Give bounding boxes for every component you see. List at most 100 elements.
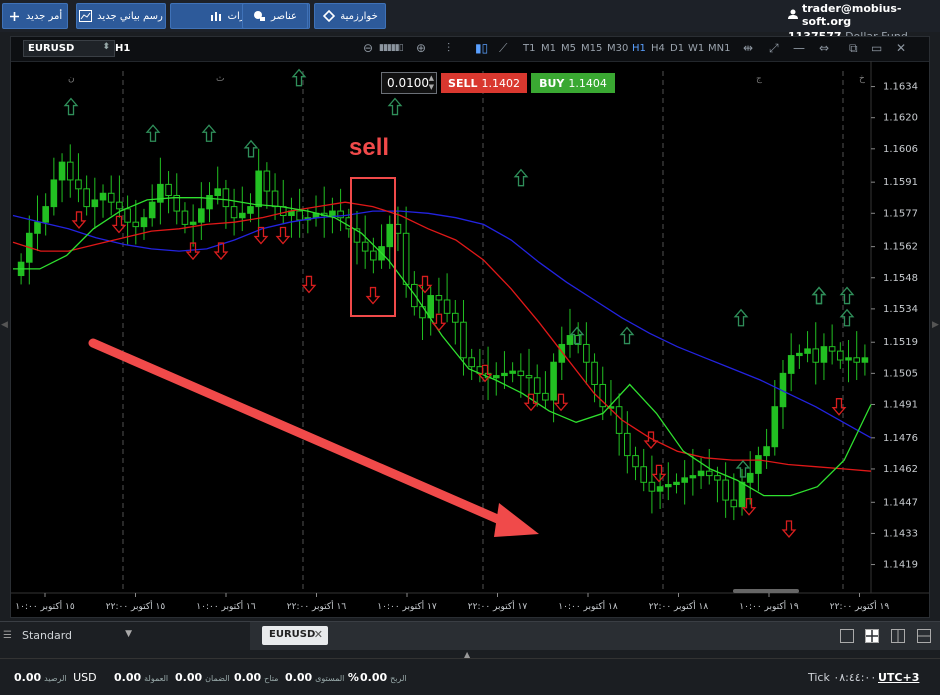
tf-h4[interactable]: H4 [651, 43, 665, 54]
buy-signal-arrow [733, 308, 749, 327]
zoom-in-icon[interactable]: ⊕ [416, 41, 426, 55]
zoom-slider[interactable]: ▮▮▮▮▮▯ [379, 43, 404, 53]
candle-body [99, 192, 107, 201]
buy-signal-arrow [243, 139, 259, 158]
menu-icon: ☰ [3, 630, 12, 641]
tf-m15[interactable]: M15 [581, 43, 602, 54]
account-user: trader@mobius-soft.org [802, 2, 902, 28]
buy-button[interactable]: BUY 1.1404 [531, 73, 615, 93]
buy-signal-arrow [145, 124, 161, 142]
maximize-icon[interactable]: ⇔ [819, 41, 829, 55]
candle-body [492, 375, 500, 379]
new-order-button[interactable]: أمر جديد [2, 3, 68, 29]
sell-annotation: sell [349, 134, 389, 161]
candle-body [50, 179, 58, 208]
candle-body [66, 161, 74, 181]
candle-body [517, 370, 525, 377]
candle-body [755, 455, 762, 474]
y-tick-label: 1.1476 [883, 433, 918, 444]
y-tick-label: 1.1548 [883, 273, 918, 284]
candle-body [591, 361, 598, 385]
candle-body [624, 432, 631, 457]
layout-columns-icon[interactable] [891, 629, 905, 643]
x-tick-label: ١٨ أكتوبر ٢٢:٠٠ [649, 600, 709, 612]
right-panel-arrow-icon[interactable]: ▶ [932, 320, 940, 330]
candle-body [705, 470, 713, 477]
x-tick-label: ١٥ أكتوبر ٢٢:٠٠ [106, 600, 166, 612]
profit: 0.00 الربح [360, 671, 407, 684]
candle-body [689, 475, 697, 479]
layout-grid-icon[interactable] [865, 629, 879, 643]
y-tick-label: 1.1534 [883, 304, 918, 315]
candle-body [673, 481, 680, 486]
timezone-select[interactable]: UTC+3 [878, 671, 919, 684]
sell-button[interactable]: SELL 1.1402 [441, 73, 527, 93]
candle-body [460, 321, 467, 359]
chart-tab-eurusd[interactable]: EURUSD ✕ [262, 626, 328, 645]
layout-rows-icon[interactable] [917, 629, 931, 643]
line-chart-icon[interactable]: ⟋ [499, 41, 507, 56]
candle-body [34, 221, 41, 234]
close-tab-icon[interactable]: ✕ [314, 628, 323, 641]
candle-body [804, 348, 811, 354]
detach-icon[interactable]: ⧉ [849, 41, 858, 56]
candle-body [271, 190, 279, 208]
chart-tab-label: EURUSD [269, 629, 316, 640]
candle-body [361, 241, 369, 252]
tf-mn1[interactable]: MN1 [708, 43, 730, 54]
x-tick-label: ١٧ أكتوبر ١٠:٠٠ [377, 600, 437, 612]
trend-arrow-head [494, 503, 539, 537]
expand-icon[interactable]: ⤢ [769, 41, 779, 56]
buy-label: BUY [539, 76, 565, 90]
lot-size-input[interactable]: 0.0100 ▲ ▼ [381, 72, 437, 94]
candle-body [83, 188, 90, 208]
algorithms-button[interactable]: خوارزمية [314, 3, 386, 29]
chart-window: EURUSD ⬍ H1 ⊖ ▮▮▮▮▮▯ ⊕ ⫶ ▮▯ ⟋ T1 M1 M5 M1… [10, 36, 930, 618]
indicators-icon [210, 10, 223, 23]
layout-select[interactable]: ☰ Standard ▼ [0, 622, 250, 650]
crosshair-icon[interactable]: ⇹ [743, 41, 753, 55]
candle-body [640, 466, 648, 483]
layout-single-icon[interactable] [840, 629, 854, 643]
chart-scrollbar [733, 589, 799, 593]
candle-body [533, 377, 541, 394]
spinner-icon[interactable]: ▲ ▼ [429, 74, 434, 92]
restore-icon[interactable]: ▭ [871, 41, 882, 55]
left-panel-arrow-icon[interactable]: ◀ [1, 320, 9, 330]
balance-value: 0.00 [14, 671, 42, 684]
candle-body [411, 283, 418, 308]
minimize-icon[interactable]: — [793, 41, 805, 55]
tf-m1[interactable]: M1 [541, 43, 556, 54]
tf-t1[interactable]: T1 [523, 43, 535, 54]
tf-d1[interactable]: D1 [670, 43, 684, 54]
zoom-out-icon[interactable]: ⊖ [363, 41, 373, 55]
close-icon[interactable]: ✕ [896, 41, 906, 55]
updown-icon: ⬍ [102, 42, 110, 52]
new-chart-button[interactable]: رسم بياني جديد [76, 3, 166, 29]
candle-body [181, 210, 189, 225]
candle-body [42, 206, 49, 223]
symbol-value: EURUSD [28, 43, 75, 54]
bar-chart-icon[interactable]: ⫶ [447, 41, 450, 56]
tf-m30[interactable]: M30 [607, 43, 628, 54]
candle-body [329, 210, 336, 217]
buy-signal-arrow [513, 168, 529, 187]
price-chart[interactable]: 1.1634 1.1620 1.1606 1.1591 1.1577 1.1562 1.15… [11, 61, 929, 617]
y-tick-label: 1.1519 [883, 337, 918, 348]
x-tick-label: ١٥ أكتوبر ١٠:٠٠ [15, 600, 75, 612]
candle-body [632, 455, 639, 468]
candle-chart-icon[interactable]: ▮▯ [475, 41, 488, 55]
elements-button[interactable]: عناصر [242, 3, 308, 29]
candle-body [468, 357, 475, 368]
candle-body [656, 486, 664, 492]
tf-m5[interactable]: M5 [561, 43, 576, 54]
tf-w1[interactable]: W1 [688, 43, 704, 54]
tf-h1[interactable]: H1 [632, 43, 646, 54]
sell-signal-arrow [781, 520, 797, 538]
account-status-bar: 0.00 الرصيد USD 0.00 العمولة 0.00 الضمان 0.… [0, 658, 940, 695]
symbol-select[interactable]: EURUSD ⬍ [23, 40, 115, 57]
y-tick-label: 1.1591 [883, 177, 918, 188]
candle-body [296, 210, 303, 221]
moving-average-line [12, 201, 872, 472]
tick-label: Tick [808, 671, 830, 684]
